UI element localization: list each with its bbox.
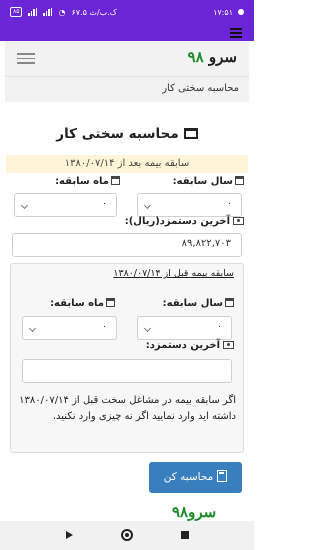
- chevron-down-icon: [20, 201, 29, 210]
- menu-icon[interactable]: [230, 28, 242, 40]
- back-icon[interactable]: [66, 531, 73, 539]
- before-year-select[interactable]: ۰: [137, 316, 232, 340]
- notice-banner: سابقه بیمه بعد از ۱۳۸۰/۰۷/۱۴: [6, 155, 248, 173]
- hamburger-icon[interactable]: [15, 50, 37, 68]
- wifi-icon: ◔: [58, 7, 66, 17]
- network-speed: ۶۷.۵ ک.ب/ث: [71, 7, 117, 17]
- system-nav-bar: [0, 521, 254, 550]
- before-section-header: سابقه بیمه قبل از ۱۳۸۰/۰۷/۱۴: [113, 268, 234, 279]
- calendar-icon: [106, 298, 115, 307]
- money-icon: [223, 341, 234, 349]
- watermark-logo: سرو۹۸: [172, 503, 217, 521]
- recent-apps-icon[interactable]: [181, 531, 189, 539]
- month-label: ماه سابقه:: [55, 176, 120, 187]
- before-section-note: اگر سابقه بیمه در مشاغل سخت قبل از ۱۳۸۰/…: [19, 395, 236, 422]
- money-icon: [233, 217, 244, 225]
- home-icon[interactable]: [121, 529, 133, 541]
- brand-number: ۹۸: [187, 48, 204, 66]
- before-year-label: سال سابقه:: [163, 298, 234, 309]
- calculate-button[interactable]: محاسبه کن: [149, 462, 242, 493]
- before-salary-input[interactable]: [22, 359, 232, 383]
- chevron-down-icon: [143, 324, 152, 333]
- before-month-select[interactable]: ۰: [22, 316, 117, 340]
- calendar-icon: [111, 176, 120, 185]
- status-bar: ۸۵ ◔ ۶۷.۵ ک.ب/ث ۱۷:۵۱: [0, 0, 254, 24]
- brand-name: سرو: [208, 48, 237, 66]
- salary-input[interactable]: ۸۹,۸۲۲,۷۰۳: [12, 233, 242, 257]
- navbar: سرو ۹۸: [5, 41, 249, 77]
- year-label: سال سابقه:: [173, 176, 244, 187]
- battery-indicator: ۸۵: [10, 7, 23, 17]
- chevron-down-icon: [143, 201, 152, 210]
- signal-icon: [28, 8, 38, 16]
- page-title: محاسبه سختی کار: [0, 126, 254, 142]
- page-title-text: محاسبه سختی کار: [56, 126, 179, 142]
- salary-label: آخرین دستمزد(ریال):: [125, 216, 244, 227]
- month-select[interactable]: ۰: [14, 193, 117, 217]
- window-icon: [183, 128, 198, 139]
- breadcrumb: محاسبه سختی کار: [5, 77, 249, 102]
- year-select[interactable]: ۰: [137, 193, 242, 217]
- notification-icon: [238, 9, 244, 15]
- brand-logo[interactable]: سرو ۹۸: [188, 48, 237, 66]
- status-time: ۱۷:۵۱: [213, 7, 233, 17]
- before-salary-label: آخرین دستمزد:: [146, 340, 234, 351]
- calendar-icon: [225, 298, 234, 307]
- calendar-icon: [235, 176, 244, 185]
- before-month-label: ماه سابقه:: [50, 298, 115, 309]
- app-header-strip: [0, 24, 254, 41]
- signal-icon-2: [43, 8, 53, 16]
- chevron-down-icon: [28, 324, 37, 333]
- calculator-icon: [217, 470, 228, 482]
